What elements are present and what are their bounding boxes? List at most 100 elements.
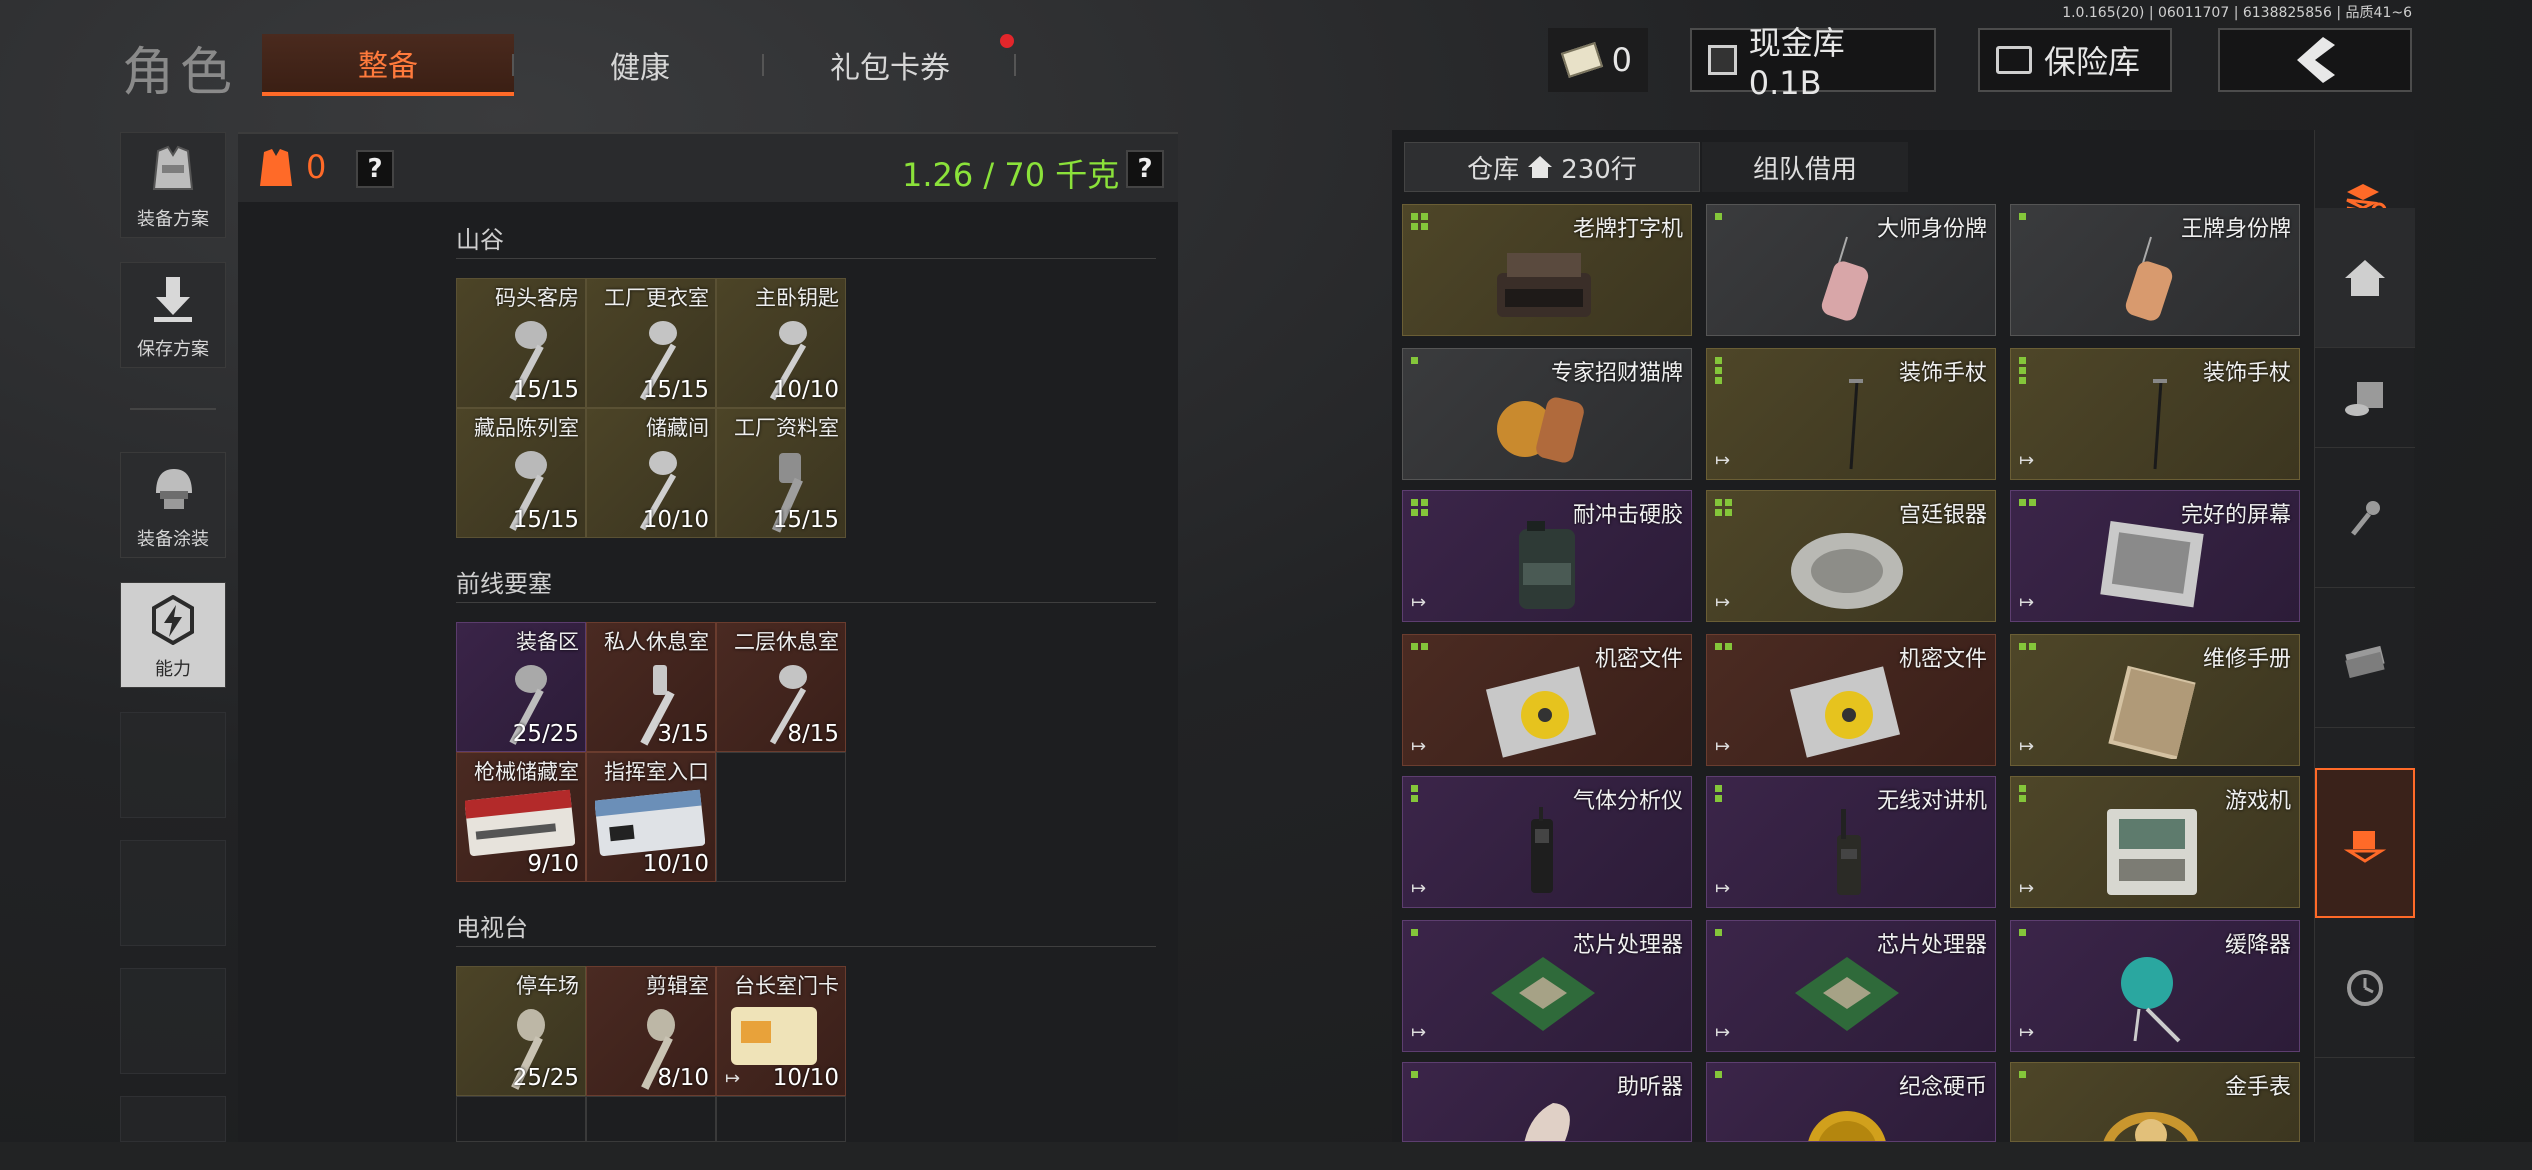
key-slot[interactable]: 剪辑室 8/10 xyxy=(586,966,716,1096)
history-filter-button[interactable] xyxy=(2315,918,2415,1058)
inventory-item[interactable]: 缓降器 ↦ xyxy=(2010,920,2300,1052)
tab-gift-label: 礼包卡券 xyxy=(830,51,950,86)
tab-health[interactable]: 健康 xyxy=(520,34,760,96)
item-name: 王牌身份牌 xyxy=(2180,217,2291,242)
insurance-button[interactable]: 保险库 xyxy=(1978,28,2172,92)
key-slot[interactable]: 主卧钥匙 10/10 xyxy=(716,278,846,408)
item-name: 维修手册 xyxy=(2202,647,2291,672)
key-name: 剪辑室 xyxy=(646,974,709,998)
exit-icon: ↦ xyxy=(2019,1022,2035,1043)
key-slot[interactable]: ↦ 台长室门卡 10/10 xyxy=(716,966,846,1096)
cane-icon xyxy=(2153,379,2167,470)
rarity-dots xyxy=(1411,785,1418,802)
key-count: 9/10 xyxy=(527,851,579,877)
section-title-valley: 山谷 xyxy=(456,226,504,254)
inventory-item[interactable]: 耐冲击硬胶 ↦ xyxy=(1402,490,1692,622)
section-divider xyxy=(456,946,1156,947)
back-button[interactable] xyxy=(2218,28,2412,92)
item-name: 装饰手杖 xyxy=(1898,361,1987,386)
inventory-item[interactable]: 大师身份牌 xyxy=(1706,204,1996,336)
empty-key-slot xyxy=(586,1096,716,1142)
walkie-talkie-icon xyxy=(1837,809,1861,895)
armor-icon xyxy=(260,149,292,186)
key-slot[interactable]: 指挥室入口 10/10 xyxy=(586,752,716,882)
exit-icon: ↦ xyxy=(1411,878,1427,899)
key-slot[interactable]: 工厂更衣室 15/15 xyxy=(586,278,716,408)
key-name: 储藏间 xyxy=(646,416,709,440)
rarity-dots xyxy=(1411,213,1428,230)
key-slot[interactable]: 藏品陈列室 15/15 xyxy=(456,408,586,538)
inventory-item[interactable]: 完好的屏幕 ↦ xyxy=(2010,490,2300,622)
tab-divider xyxy=(762,54,764,76)
key-name: 工厂资料室 xyxy=(734,416,839,440)
inventory-item[interactable]: 王牌身份牌 xyxy=(2010,204,2300,336)
empty-slot xyxy=(120,968,226,1074)
weight-readout: 1.26 / 70 千克 xyxy=(902,156,1120,194)
key-slot[interactable]: 装备区 25/25 xyxy=(456,622,586,752)
inventory-item[interactable]: 专家招财猫牌 xyxy=(1402,348,1692,480)
inventory-item[interactable]: 宫廷银器 ↦ xyxy=(1706,490,1996,622)
collection-filter-button[interactable] xyxy=(2315,768,2415,918)
key-count: 25/25 xyxy=(512,1065,579,1091)
rarity-dots xyxy=(1411,643,1428,650)
inventory-item[interactable]: 芯片处理器 ↦ xyxy=(1706,920,1996,1052)
key-count: 25/25 xyxy=(512,721,579,747)
equipment-paint-label: 装备涂装 xyxy=(137,529,209,550)
box-down-icon xyxy=(2343,831,2387,863)
key-filter-button[interactable] xyxy=(2315,448,2415,588)
key-slot[interactable]: 停车场 25/25 xyxy=(456,966,586,1096)
weight-help-button[interactable]: ? xyxy=(1126,150,1164,188)
rarity-dots xyxy=(1715,213,1722,220)
inventory-item[interactable]: 芯片处理器 ↦ xyxy=(1402,920,1692,1052)
key-slot[interactable]: 储藏间 10/10 xyxy=(586,408,716,538)
item-name: 气体分析仪 xyxy=(1572,789,1683,814)
glue-canister-icon xyxy=(1519,521,1575,609)
cash-filter-button[interactable] xyxy=(2315,588,2415,728)
inventory-item[interactable]: 游戏机 ↦ xyxy=(2010,776,2300,908)
inventory-item[interactable]: 气体分析仪 ↦ xyxy=(1402,776,1692,908)
rarity-dots xyxy=(1411,1071,1418,1078)
gold-watch-icon xyxy=(2103,1112,2199,1141)
inventory-item[interactable]: 装饰手杖 ↦ xyxy=(2010,348,2300,480)
inventory-item[interactable]: 助听器 xyxy=(1402,1062,1692,1142)
key-slot[interactable]: 二层休息室 8/15 xyxy=(716,622,846,752)
exit-icon: ↦ xyxy=(1715,450,1731,471)
tab-warehouse-label: 仓库 xyxy=(1467,154,1520,185)
ability-button[interactable]: 能力 xyxy=(120,582,226,688)
key-slot[interactable]: 私人休息室 3/15 xyxy=(586,622,716,752)
key-name: 工厂更衣室 xyxy=(604,286,709,310)
dog-tag-icon xyxy=(2125,236,2173,321)
inventory-item[interactable]: 金手表 xyxy=(2010,1062,2300,1142)
key-slot[interactable]: 码头客房 15/15 xyxy=(456,278,586,408)
vault-icon xyxy=(1996,46,2032,74)
rarity-dots xyxy=(1411,929,1418,936)
inventory-item[interactable]: 装饰手杖 ↦ xyxy=(1706,348,1996,480)
tab-warehouse[interactable]: 仓库 230行 xyxy=(1404,142,1700,192)
stash-button[interactable]: 现金库 0.1B xyxy=(1690,24,1936,102)
key-name: 私人休息室 xyxy=(604,630,709,654)
loadout-scheme-button[interactable]: 装备方案 xyxy=(120,132,226,238)
currency-filter-button[interactable] xyxy=(2315,348,2415,448)
inventory-item[interactable]: 纪念硬币 xyxy=(1706,1062,1996,1142)
tab-gift[interactable]: 礼包卡券 xyxy=(770,34,1010,96)
exit-icon: ↦ xyxy=(1715,878,1731,899)
home-filter-button[interactable] xyxy=(2315,208,2415,348)
inventory-item[interactable]: 维修手册 ↦ xyxy=(2010,634,2300,766)
help-button[interactable]: ? xyxy=(356,150,394,188)
item-name: 芯片处理器 xyxy=(1572,933,1683,958)
equipment-paint-button[interactable]: 装备涂装 xyxy=(120,452,226,558)
tab-equip[interactable]: 整备 xyxy=(262,34,514,96)
item-name: 机密文件 xyxy=(1594,647,1683,672)
inventory-item[interactable]: 机密文件 ↦ xyxy=(1402,634,1692,766)
inventory-item[interactable]: 老牌打字机 xyxy=(1402,204,1692,336)
exit-icon: ↦ xyxy=(2019,878,2035,899)
inventory-item[interactable]: 无线对讲机 ↦ xyxy=(1706,776,1996,908)
item-name: 完好的屏幕 xyxy=(2180,503,2291,528)
key-count: 8/15 xyxy=(787,721,839,747)
save-scheme-button[interactable]: 保存方案 xyxy=(120,262,226,368)
inventory-item[interactable]: 机密文件 ↦ xyxy=(1706,634,1996,766)
key-slot[interactable]: 枪械储藏室 9/10 xyxy=(456,752,586,882)
tab-team-borrow[interactable]: 组队借用 xyxy=(1702,142,1908,192)
key-slot[interactable]: 工厂资料室 15/15 xyxy=(716,408,846,538)
coin-safe-icon xyxy=(2345,381,2383,416)
